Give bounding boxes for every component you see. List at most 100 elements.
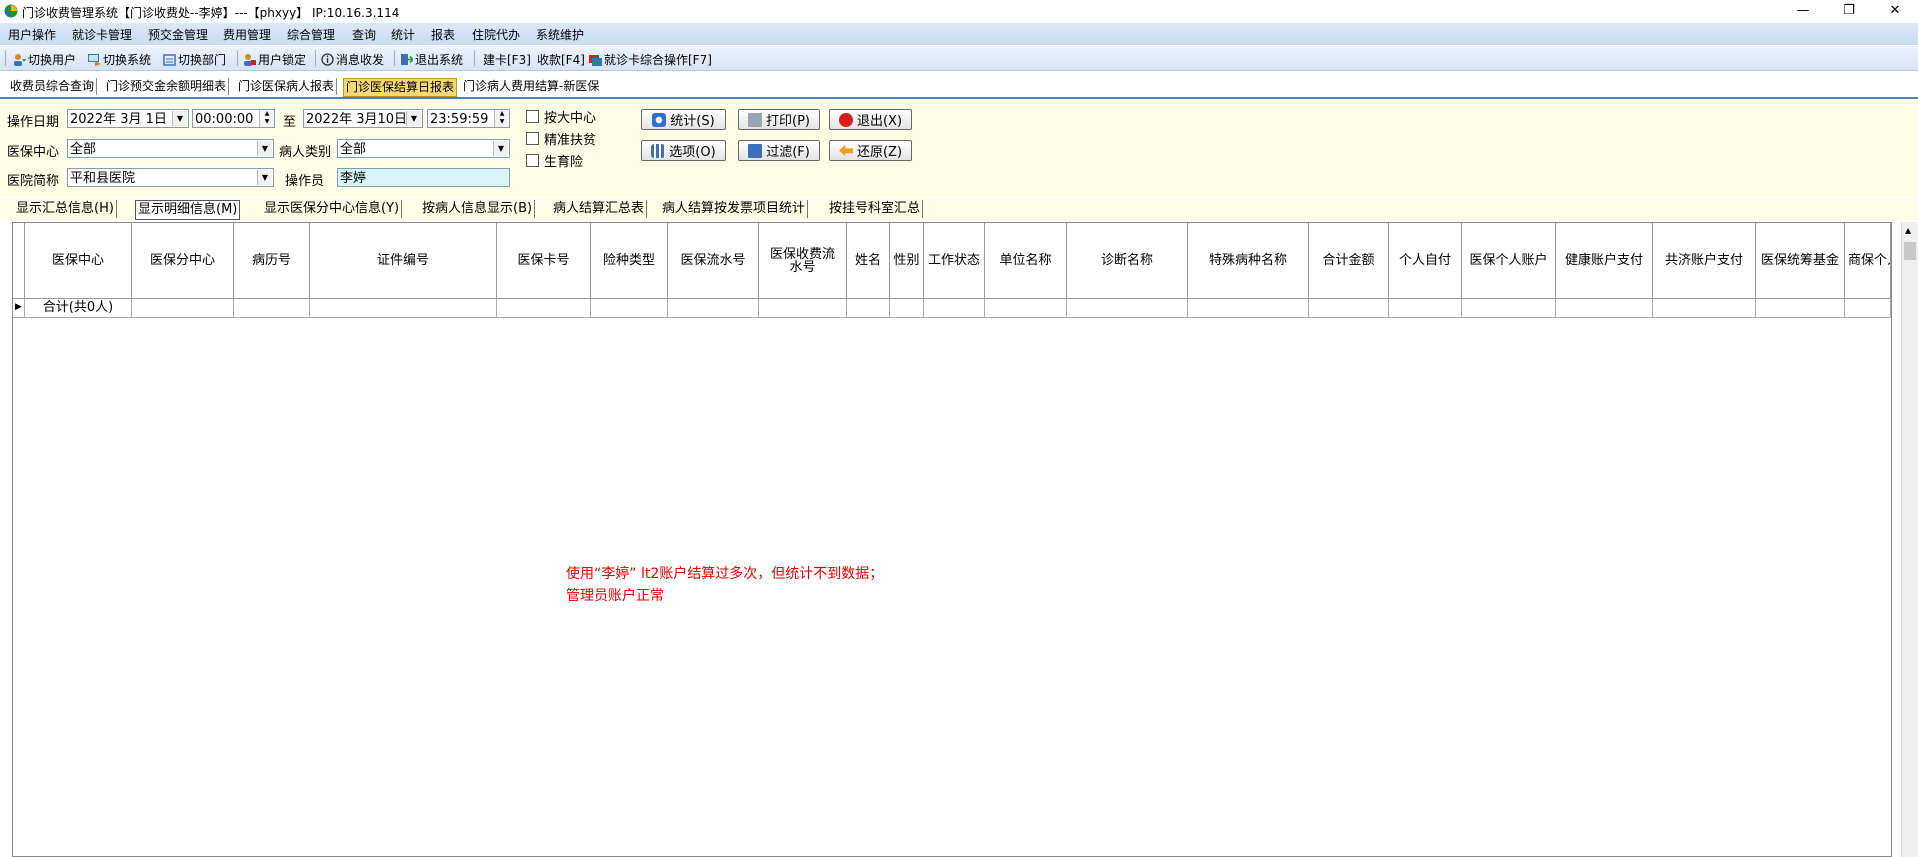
column-header[interactable]: 特殊病种名称 (1188, 223, 1309, 298)
tab-deposit-balance[interactable]: 门诊预交金余额明细表 (104, 78, 230, 95)
card-ops-button[interactable]: 就诊卡综合操作[F7] (589, 51, 712, 68)
tab-cashier-query[interactable]: 收费员综合查询 (8, 78, 98, 95)
checkbox-poverty-aid[interactable]: 精准扶贫 (526, 129, 596, 148)
checkbox-big-center[interactable]: 按大中心 (526, 107, 596, 126)
column-header[interactable]: 医保收费流水号 (759, 223, 847, 298)
column-header[interactable]: 共济账户支付 (1653, 223, 1756, 298)
patient-type-select[interactable]: 全部 ▼ (337, 139, 510, 158)
view-tab-strip: 显示汇总信息(H) 显示明细信息(M) 显示医保分中心信息(Y) 按病人信息显示… (0, 199, 1918, 220)
row-indicator-header (13, 223, 25, 298)
column-header[interactable]: 证件编号 (310, 223, 497, 298)
exit-system-button[interactable]: 退出系统 (400, 51, 463, 68)
tab-patient-settlement-summary[interactable]: 病人结算汇总表 (551, 200, 648, 218)
tab-summary-info[interactable]: 显示汇总信息(H) (14, 200, 117, 218)
stats-button[interactable]: 统计(S) (641, 109, 726, 130)
column-header[interactable]: 工作状态 (924, 223, 985, 298)
hospital-select[interactable]: 平和县医院 ▼ (67, 168, 274, 187)
tab-subcenter-info[interactable]: 显示医保分中心信息(Y) (262, 200, 403, 218)
annotation-note: 使用“李婷” lt2账户结算过多次，但统计不到数据； 管理员账户正常 (566, 566, 884, 604)
menu-inpatient-agent[interactable]: 住院代办 (472, 26, 520, 43)
switch-system-button[interactable]: 切换系统 (88, 51, 151, 68)
chevron-down-icon: ▼ (257, 170, 272, 185)
start-time-input[interactable]: 00:00:00 ▲ ▼ (192, 109, 275, 128)
column-header[interactable]: 医保中心 (25, 223, 132, 298)
menu-statistics[interactable]: 统计 (391, 26, 415, 43)
tab-by-patient[interactable]: 按病人信息显示(B) (420, 200, 536, 218)
switch-department-icon (163, 53, 176, 66)
column-header[interactable]: 险种类型 (591, 223, 668, 298)
patient-type-label: 病人类别 (279, 145, 332, 160)
spinner-icon[interactable]: ▲ ▼ (259, 110, 274, 127)
close-button[interactable]: ✕ (1872, 0, 1918, 22)
menu-query[interactable]: 查询 (352, 26, 376, 43)
restore-filter-button[interactable]: 还原(Z) (829, 140, 912, 161)
collect-payment-button[interactable]: 收款[F4] (537, 51, 585, 68)
column-header[interactable]: 医保个人账户 (1462, 223, 1556, 298)
column-header[interactable]: 健康账户支付 (1556, 223, 1653, 298)
column-header[interactable]: 诊断名称 (1067, 223, 1188, 298)
filter-button[interactable]: 过滤(F) (738, 140, 820, 161)
restore-button[interactable]: ❐ (1826, 0, 1872, 22)
column-header[interactable]: 单位名称 (985, 223, 1067, 298)
minimize-button[interactable]: — (1780, 0, 1826, 22)
menu-system-maint[interactable]: 系统维护 (536, 26, 584, 43)
spinner-icon[interactable]: ▲ ▼ (494, 110, 509, 127)
tab-invoice-item-stats[interactable]: 病人结算按发票项目统计 (660, 200, 809, 218)
window-title: 门诊收费管理系统【门诊收费处--李婷】---【phxyy】 IP:10.16.3… (22, 6, 400, 20)
column-header[interactable]: 个人自付 (1389, 223, 1462, 298)
column-header[interactable]: 性别 (890, 223, 924, 298)
start-date-picker[interactable]: 2022年 3月 1日 ▼ (67, 109, 189, 128)
menu-card-mgmt[interactable]: 就诊卡管理 (72, 26, 132, 43)
to-label: 至 (283, 115, 297, 130)
filter-panel: 操作日期 2022年 3月 1日 ▼ 00:00:00 ▲ ▼ 至 2022年 3… (0, 99, 1918, 197)
column-header[interactable]: 医保统筹基金 (1756, 223, 1845, 298)
menu-user-ops[interactable]: 用户操作 (8, 26, 56, 43)
table-row[interactable]: ▶ 合计(共0人) (13, 298, 1891, 318)
column-header[interactable]: 合计金额 (1309, 223, 1389, 298)
scroll-up-icon[interactable]: ▲ (1905, 226, 1911, 235)
tab-detail-info[interactable]: 显示明细信息(M) (135, 200, 241, 220)
column-header[interactable]: 医保卡号 (497, 223, 591, 298)
print-button[interactable]: 打印(P) (738, 109, 820, 130)
column-header[interactable]: 姓名 (847, 223, 890, 298)
column-header[interactable]: 医保流水号 (668, 223, 759, 298)
center-select[interactable]: 全部 ▼ (67, 139, 274, 158)
user-lock-icon (243, 53, 256, 66)
end-date-picker[interactable]: 2022年 3月10日 ▼ (303, 109, 423, 128)
app-logo-icon (4, 4, 18, 18)
menu-deposit-mgmt[interactable]: 预交金管理 (148, 26, 208, 43)
tab-insurance-daily-report[interactable]: 门诊医保结算日报表 (343, 78, 458, 97)
power-icon (838, 112, 853, 127)
menu-reports[interactable]: 报表 (431, 26, 455, 43)
printer-icon (748, 112, 762, 127)
title-bar: 门诊收费管理系统【门诊收费处--李婷】---【phxyy】 IP:10.16.3… (0, 0, 1918, 22)
grid-header: 医保中心 医保分中心 病历号 证件编号 医保卡号 险种类型 医保流水号 医保收费… (13, 223, 1891, 299)
operator-input[interactable]: 李婷 (337, 168, 510, 187)
scroll-thumb[interactable] (1904, 242, 1916, 260)
tab-dept-summary[interactable]: 按挂号科室汇总 (827, 200, 924, 218)
chevron-down-icon: ▼ (172, 111, 187, 126)
module-tab-strip: 收费员综合查询 门诊预交金余额明细表 门诊医保病人报表 门诊医保结算日报表 门诊… (0, 76, 1918, 99)
column-header[interactable]: 病历号 (234, 223, 310, 298)
user-lock-button[interactable]: 用户锁定 (243, 51, 306, 68)
menu-general-mgmt[interactable]: 综合管理 (287, 26, 335, 43)
options-button[interactable]: 选项(O) (641, 140, 726, 161)
op-date-label: 操作日期 (7, 115, 60, 130)
toolbar-grip (5, 50, 6, 66)
end-time-input[interactable]: 23:59:59 ▲ ▼ (427, 109, 510, 128)
switch-department-button[interactable]: 切换部门 (163, 51, 226, 68)
checkbox-maternity[interactable]: 生育险 (526, 151, 583, 170)
tab-new-insurance-settlement[interactable]: 门诊病人费用结算-新医保 (461, 78, 601, 95)
tab-insurance-patient-report[interactable]: 门诊医保病人报表 (236, 78, 338, 95)
vertical-scrollbar[interactable]: ▲ (1901, 222, 1918, 857)
column-header[interactable]: 商保个人 (1845, 223, 1891, 298)
column-header[interactable]: 医保分中心 (132, 223, 234, 298)
menu-fee-mgmt[interactable]: 费用管理 (223, 26, 271, 43)
filter-icon (748, 143, 763, 158)
chevron-down-icon: ▼ (257, 141, 272, 156)
switch-user-button[interactable]: 切换用户 (13, 51, 76, 68)
exit-button[interactable]: 退出(X) (829, 109, 912, 130)
message-button[interactable]: 消息收发 (321, 51, 384, 68)
create-card-button[interactable]: 建卡[F3] (483, 51, 531, 68)
chevron-down-icon: ▼ (493, 141, 508, 156)
